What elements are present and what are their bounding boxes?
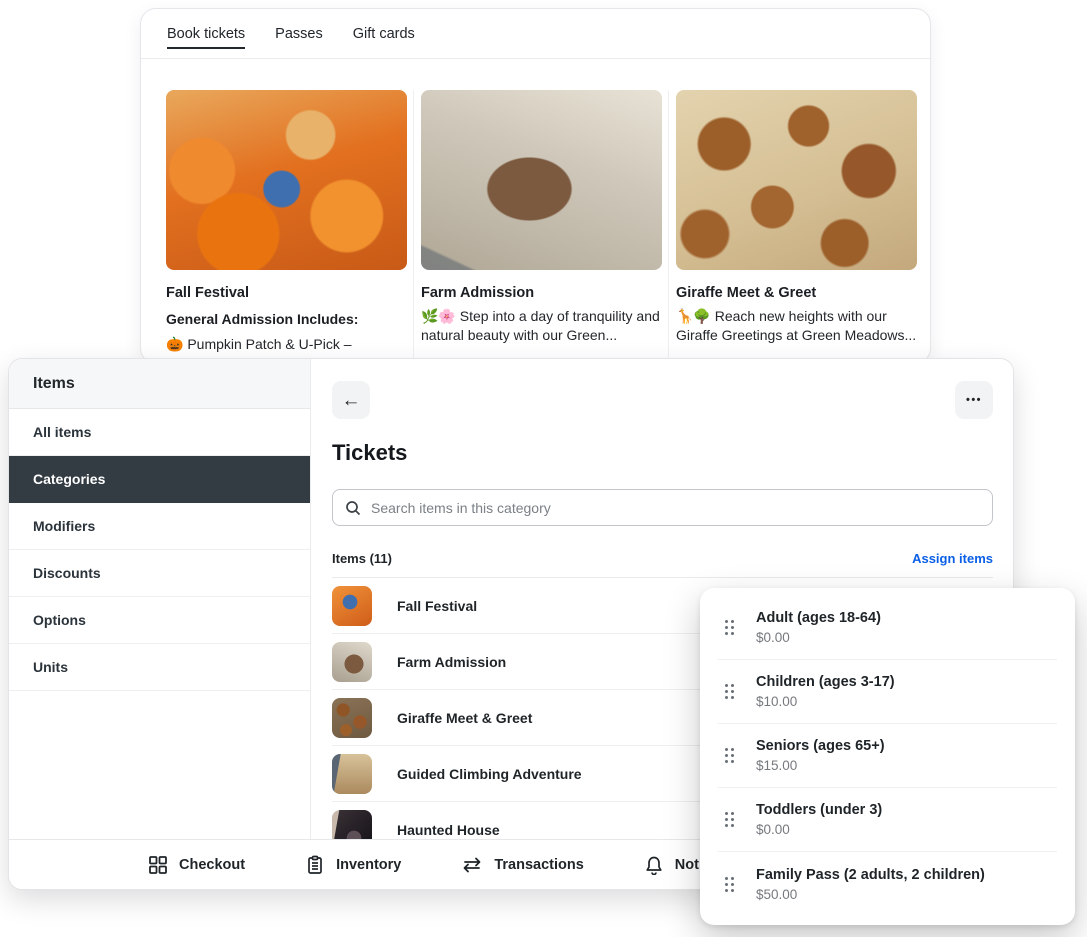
variation-price: $10.00 (756, 694, 895, 709)
card-title: Fall Festival (166, 285, 407, 301)
variation-row-toddlers[interactable]: Toddlers (under 3) $0.00 (718, 788, 1057, 852)
back-button[interactable]: ← (332, 381, 370, 419)
card-giraffe-meet-greet[interactable]: Giraffe Meet & Greet 🦒🌳 Reach new height… (676, 90, 923, 364)
item-thumbnail (332, 754, 372, 794)
variation-name: Toddlers (under 3) (756, 802, 882, 818)
tab-passes[interactable]: Passes (275, 9, 323, 58)
search-icon (345, 500, 361, 516)
sidebar-item-categories[interactable]: Categories (9, 456, 310, 503)
item-label: Guided Climbing Adventure (397, 766, 582, 782)
nav-label: Transactions (494, 857, 583, 873)
tab-book-tickets[interactable]: Book tickets (167, 9, 245, 58)
ellipsis-icon: ••• (966, 394, 982, 406)
variation-name: Family Pass (2 adults, 2 children) (756, 867, 985, 883)
card-description: 🦒🌳 Reach new heights with our Giraffe Gr… (676, 307, 917, 345)
card-title: Farm Admission (421, 285, 662, 301)
item-label: Fall Festival (397, 598, 477, 614)
fall-festival-photo (166, 90, 407, 270)
items-count: Items (11) (332, 551, 392, 566)
item-thumbnail (332, 698, 372, 738)
card-fall-festival[interactable]: Fall Festival General Admission Includes… (166, 90, 414, 364)
notifications-bell-icon (644, 855, 664, 875)
variation-price: $0.00 (756, 822, 882, 837)
drag-handle-icon[interactable] (724, 747, 735, 764)
item-label: Farm Admission (397, 654, 506, 670)
variation-price: $50.00 (756, 887, 985, 902)
tab-gift-cards[interactable]: Gift cards (353, 9, 415, 58)
variation-price: $15.00 (756, 758, 885, 773)
variation-row-family-pass[interactable]: Family Pass (2 adults, 2 children) $50.0… (718, 852, 1057, 916)
nav-inventory[interactable]: Inventory (305, 855, 401, 875)
drag-handle-icon[interactable] (724, 811, 735, 828)
search-input[interactable] (371, 500, 980, 516)
more-options-button[interactable]: ••• (955, 381, 993, 419)
sidebar-item-modifiers[interactable]: Modifiers (9, 503, 310, 550)
variation-row-children[interactable]: Children (ages 3-17) $10.00 (718, 660, 1057, 724)
item-thumbnail (332, 642, 372, 682)
item-label: Haunted House (397, 822, 500, 838)
card-title: Giraffe Meet & Greet (676, 285, 917, 301)
sidebar-item-all-items[interactable]: All items (9, 409, 310, 456)
transactions-arrows-icon (461, 855, 483, 875)
giraffe-photo (676, 90, 917, 270)
drag-handle-icon[interactable] (724, 876, 735, 893)
nav-transactions[interactable]: Transactions (461, 855, 583, 875)
variation-row-adult[interactable]: Adult (ages 18-64) $0.00 (718, 596, 1057, 660)
card-description: 🌿🌸 Step into a day of tranquility and na… (421, 307, 662, 345)
variation-name: Seniors (ages 65+) (756, 738, 885, 754)
back-arrow-icon: ← (342, 391, 361, 410)
drag-handle-icon[interactable] (724, 683, 735, 700)
assign-items-link[interactable]: Assign items (912, 551, 993, 566)
ticket-variations-panel: Adult (ages 18-64) $0.00 Children (ages … (700, 588, 1075, 925)
variation-row-seniors[interactable]: Seniors (ages 65+) $15.00 (718, 724, 1057, 788)
storefront-tabs: Book tickets Passes Gift cards (141, 9, 930, 59)
nav-label: Checkout (179, 857, 245, 873)
ticket-cards: Fall Festival General Admission Includes… (141, 59, 930, 364)
search-box[interactable] (332, 489, 993, 526)
items-sidebar: Items All items Categories Modifiers Dis… (9, 359, 311, 839)
sidebar-title: Items (9, 359, 310, 409)
drag-handle-icon[interactable] (724, 619, 735, 636)
checkout-grid-icon (148, 855, 168, 875)
nav-label: Inventory (336, 857, 401, 873)
page-title: Tickets (332, 440, 1013, 466)
category-header: ← ••• (312, 359, 1013, 419)
variation-price: $0.00 (756, 630, 881, 645)
variation-name: Children (ages 3-17) (756, 674, 895, 690)
inventory-clipboard-icon (305, 855, 325, 875)
card-farm-admission[interactable]: Farm Admission 🌿🌸 Step into a day of tra… (421, 90, 669, 364)
storefront-panel: Book tickets Passes Gift cards Fall Fest… (140, 8, 931, 364)
item-label: Giraffe Meet & Greet (397, 710, 532, 726)
card-subtitle: General Admission Includes: (166, 310, 407, 329)
sidebar-item-units[interactable]: Units (9, 644, 310, 691)
nav-checkout[interactable]: Checkout (148, 855, 245, 875)
item-thumbnail (332, 810, 372, 840)
item-thumbnail (332, 586, 372, 626)
sidebar-item-options[interactable]: Options (9, 597, 310, 644)
sidebar-item-discounts[interactable]: Discounts (9, 550, 310, 597)
farm-admission-photo (421, 90, 662, 270)
variation-name: Adult (ages 18-64) (756, 610, 881, 626)
items-count-row: Items (11) Assign items (332, 551, 993, 577)
